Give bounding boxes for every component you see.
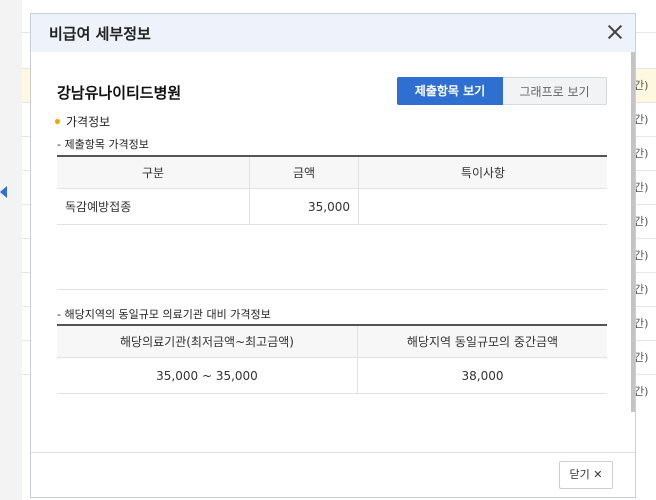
close-button[interactable]: 닫기 ✕ bbox=[559, 461, 613, 489]
table-header-row: 구분 금액 특이사항 bbox=[57, 156, 607, 189]
range-cell: 35,000 ~ 35,000 bbox=[57, 357, 358, 394]
column-header: 금액 bbox=[249, 156, 359, 189]
view-toggle-group: 제출항목 보기 그래프로 보기 bbox=[397, 77, 607, 105]
background-cell: 간) bbox=[634, 215, 649, 228]
modal-footer: 닫기 ✕ bbox=[31, 452, 635, 497]
background-cell: 간) bbox=[634, 317, 649, 330]
section-divider bbox=[57, 289, 607, 290]
modal-scrollbar[interactable] bbox=[631, 52, 635, 412]
background-cell: 간) bbox=[634, 113, 649, 126]
column-header: 해당지역 동일규모의 중간금액 bbox=[357, 325, 607, 358]
price-cell: 35,000 bbox=[249, 188, 359, 225]
background-cell: 간) bbox=[634, 147, 649, 160]
submitted-items-button[interactable]: 제출항목 보기 bbox=[397, 77, 503, 105]
background-cell: 간) bbox=[634, 385, 649, 398]
background-cell: 간) bbox=[634, 351, 649, 364]
modal-title: 비급여 세부정보 bbox=[49, 25, 151, 43]
regional-price-table: 해당의료기관(최저금액~최고금액) 해당지역 동일규모의 중간금액 35,000… bbox=[57, 324, 607, 394]
graph-view-button[interactable]: 그래프로 보기 bbox=[503, 77, 607, 105]
regional-price-title: - 해당지역의 동일규모 의료기관 대비 가격정보 bbox=[57, 308, 271, 321]
category-cell: 독감예방접종 bbox=[57, 188, 250, 225]
background-cell: 간) bbox=[634, 79, 649, 92]
price-info-label: 가격정보 bbox=[55, 113, 110, 130]
background-cell: 간) bbox=[634, 283, 649, 296]
column-header: 구분 bbox=[57, 156, 250, 189]
bullet-dot-icon bbox=[55, 119, 60, 124]
submitted-price-table: 구분 금액 특이사항 독감예방접종 35,000 bbox=[57, 155, 607, 225]
column-header: 해당의료기관(최저금액~최고금액) bbox=[57, 325, 358, 358]
close-icon[interactable] bbox=[603, 20, 627, 44]
submitted-price-title: - 제출항목 가격정보 bbox=[57, 138, 149, 151]
modal-header: 비급여 세부정보 bbox=[31, 14, 635, 52]
column-header: 특이사항 bbox=[358, 156, 607, 189]
table-header-row: 해당의료기관(최저금액~최고금액) 해당지역 동일규모의 중간금액 bbox=[57, 325, 607, 358]
background-cell: 간) bbox=[634, 181, 649, 194]
median-cell: 38,000 bbox=[357, 357, 607, 394]
hospital-name: 강남유나이티드병원 bbox=[57, 84, 182, 102]
detail-modal: 비급여 세부정보 강남유나이티드병원 제출항목 보기 그래프로 보기 가격정보 … bbox=[30, 13, 636, 498]
table-row: 독감예방접종 35,000 bbox=[57, 188, 607, 225]
note-cell bbox=[358, 188, 607, 225]
panel-toggle-arrow-icon[interactable] bbox=[0, 186, 7, 198]
background-cell: 간) bbox=[634, 249, 649, 262]
table-row: 35,000 ~ 35,000 38,000 bbox=[57, 357, 607, 394]
price-info-text: 가격정보 bbox=[66, 115, 111, 129]
